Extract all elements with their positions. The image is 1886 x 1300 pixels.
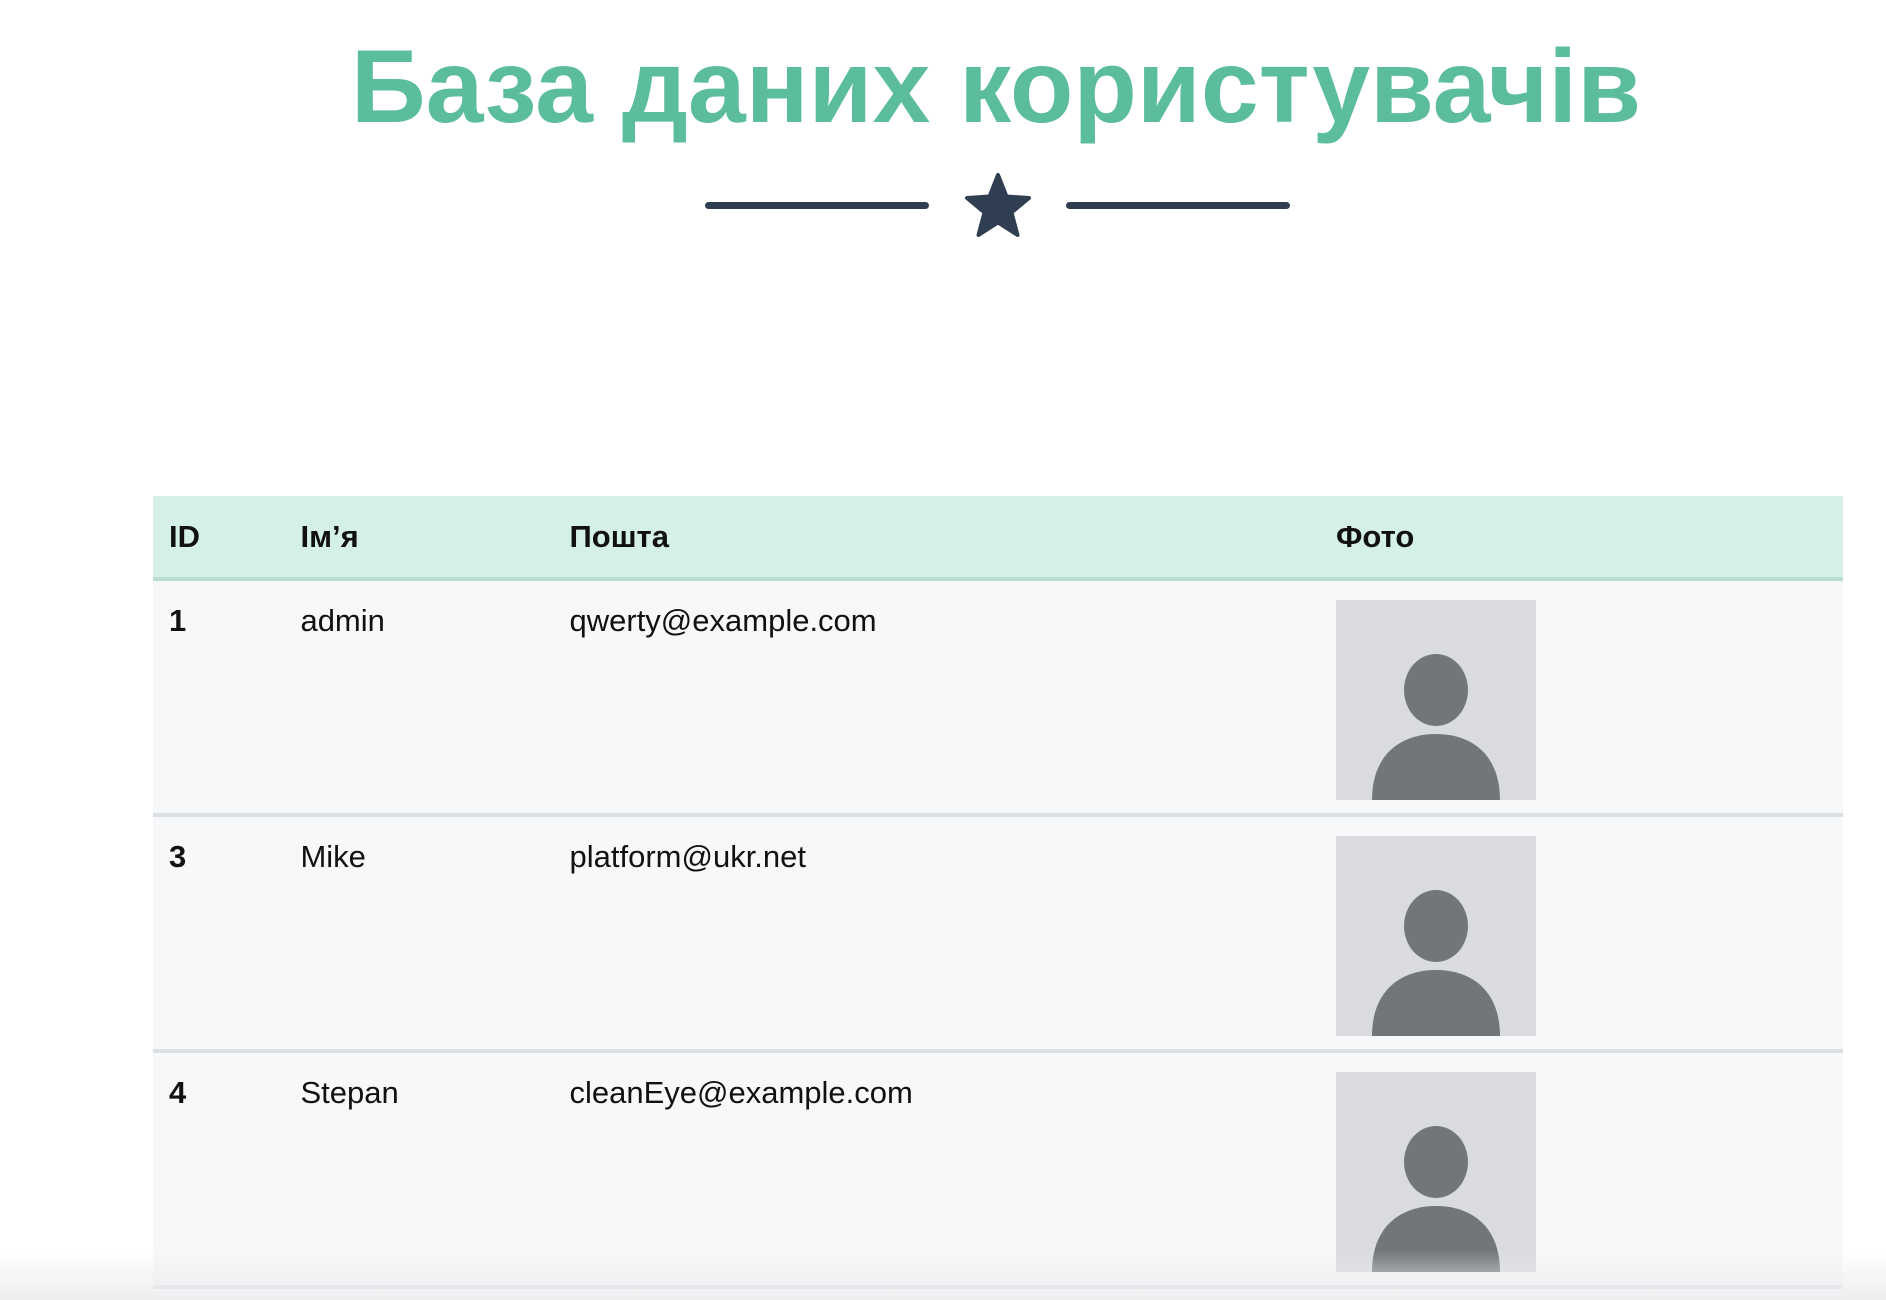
divider-line-right — [1066, 202, 1290, 209]
table-header: ID Ім’я Пошта Фото — [153, 496, 1843, 581]
page-title: База даних користувачів — [350, 29, 1642, 145]
header-email: Пошта — [569, 519, 669, 554]
header-name: Ім’я — [300, 519, 359, 554]
row-photo-cell — [1320, 817, 1843, 1049]
row-name: admin — [300, 603, 385, 638]
users-table: ID Ім’я Пошта Фото 1 admin qwerty@exampl… — [153, 496, 1843, 1289]
title-divider — [705, 172, 1290, 242]
row-id: 1 — [169, 603, 187, 638]
header-id: ID — [169, 519, 200, 554]
user-avatar-icon — [1335, 600, 1536, 800]
user-avatar-icon — [1335, 1072, 1536, 1272]
user-avatar-icon — [1335, 836, 1536, 1036]
header-photo: Фото — [1335, 519, 1415, 554]
table-row: 3 Mike platform@ukr.net — [153, 817, 1843, 1053]
row-id: 3 — [169, 839, 187, 874]
bottom-fade — [0, 1250, 1886, 1300]
row-email: qwerty@example.com — [569, 603, 877, 638]
row-email: platform@ukr.net — [569, 839, 807, 874]
star-icon — [965, 173, 1031, 237]
row-name: Mike — [300, 839, 366, 874]
row-photo-cell — [1320, 581, 1843, 813]
table-row: 1 admin qwerty@example.com — [153, 581, 1843, 817]
divider-line-left — [705, 202, 929, 209]
page: База даних користувачів ID Ім’я Пошта Фо… — [0, 0, 1886, 1300]
